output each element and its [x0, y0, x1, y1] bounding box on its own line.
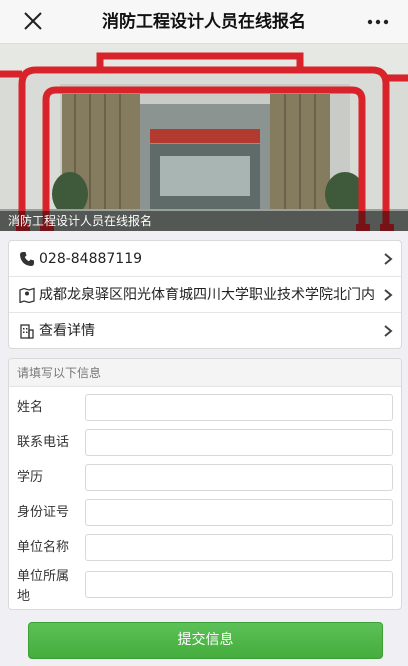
company-location-input[interactable]: [85, 571, 393, 598]
company-location-label: 单位所属地: [17, 569, 70, 604]
close-icon[interactable]: [22, 10, 44, 32]
banner-caption: 消防工程设计人员在线报名: [8, 214, 153, 228]
id-number-label: 身份证号: [17, 505, 70, 520]
submit-button[interactable]: 提交信息: [28, 622, 383, 659]
chevron-right-icon: [384, 253, 393, 265]
page-title: 消防工程设计人员在线报名: [102, 12, 306, 32]
phone-icon: [20, 252, 34, 266]
company-label: 单位名称: [17, 540, 70, 555]
name-label: 姓名: [17, 400, 44, 415]
company-location-field-row: 单位所属地: [9, 567, 401, 609]
address-text: 成都龙泉驿区阳光体育城四川大学职业技术学院北门内: [39, 287, 375, 303]
more-icon[interactable]: [366, 12, 390, 32]
registration-form: 请填写以下信息 姓名 联系电话 学历 身份证号 单位名称 单位所属地: [8, 358, 402, 610]
name-field-row: 姓名: [9, 393, 401, 423]
details-row[interactable]: 查看详情: [9, 313, 401, 349]
map-icon: [19, 287, 35, 303]
education-label: 学历: [17, 470, 44, 485]
phone-input[interactable]: [85, 429, 393, 456]
company-input[interactable]: [85, 534, 393, 561]
company-field-row: 单位名称: [9, 533, 401, 563]
id-number-input[interactable]: [85, 499, 393, 526]
phone-number: 028-84887119: [39, 251, 143, 267]
top-bar: 消防工程设计人员在线报名: [0, 0, 408, 44]
chevron-right-icon: [384, 325, 393, 337]
phone-label: 联系电话: [17, 435, 70, 450]
phone-row[interactable]: 028-84887119: [9, 241, 401, 277]
building-icon: [20, 324, 34, 339]
education-field-row: 学历: [9, 463, 401, 493]
education-input[interactable]: [85, 464, 393, 491]
id-number-field-row: 身份证号: [9, 498, 401, 528]
building-photo: [0, 44, 408, 231]
details-link: 查看详情: [39, 323, 95, 339]
name-input[interactable]: [85, 394, 393, 421]
info-card: 028-84887119 成都龙泉驿区阳光体育城四川大学职业技术学院北门内 查看…: [8, 240, 402, 349]
banner-image: 消防工程设计人员在线报名: [0, 44, 408, 231]
phone-field-row: 联系电话: [9, 428, 401, 458]
form-header: 请填写以下信息: [9, 359, 401, 387]
chevron-right-icon: [384, 289, 393, 301]
address-row[interactable]: 成都龙泉驿区阳光体育城四川大学职业技术学院北门内: [9, 277, 401, 313]
